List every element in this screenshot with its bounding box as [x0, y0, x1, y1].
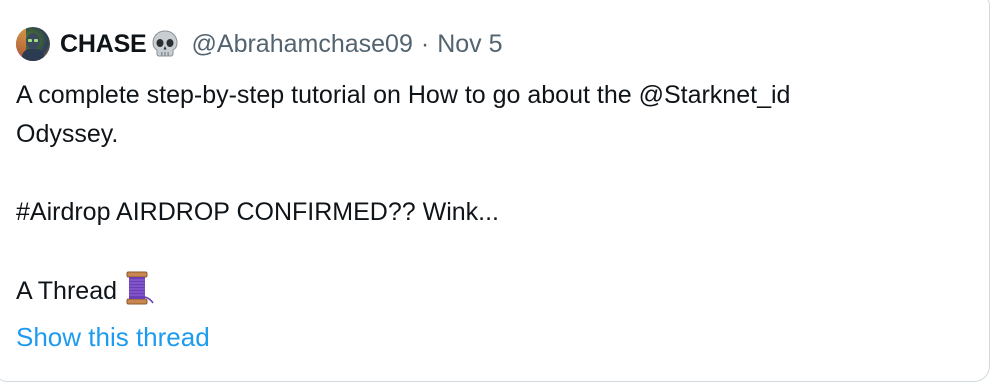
tweet-header: CHASE @Abrahamchase09 · Nov 5 — [16, 26, 503, 62]
tweet-date[interactable]: Nov 5 — [437, 30, 502, 59]
avatar[interactable] — [16, 27, 50, 61]
display-name[interactable]: CHASE — [60, 30, 147, 59]
tweet-line: Odyssey. — [16, 120, 119, 148]
spool-of-thread-icon — [123, 271, 155, 305]
user-handle[interactable]: @Abrahamchase09 — [192, 30, 413, 59]
thread-label: A Thread — [16, 277, 118, 305]
skull-icon — [150, 29, 180, 59]
tweet-line: #Airdrop AIRDROP CONFIRMED?? Wink... — [16, 198, 499, 226]
tweet-text: A complete step-by-step tutorial on How … — [16, 76, 976, 310]
separator-dot: · — [420, 29, 430, 58]
tweet-line-thread: A Thread — [16, 271, 976, 310]
show-thread-link[interactable]: Show this thread — [16, 322, 210, 353]
tweet-line: A complete step-by-step tutorial on How … — [16, 81, 791, 109]
